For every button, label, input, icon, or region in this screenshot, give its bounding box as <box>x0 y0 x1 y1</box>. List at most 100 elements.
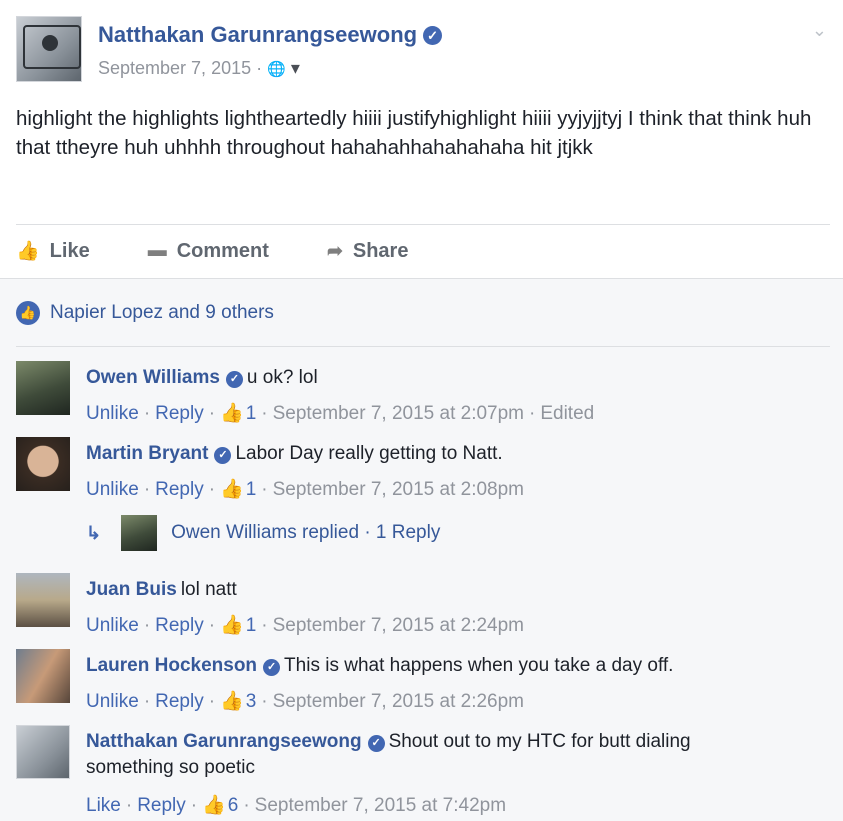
commenter-name[interactable]: Owen Williams <box>86 367 220 388</box>
comment-meta: Unlike · Reply · 👍 1 · September 7, 2015 at 2:0… <box>86 401 594 425</box>
separator: · <box>208 479 216 500</box>
globe-icon[interactable]: 🌐 <box>267 61 286 78</box>
reply-link[interactable]: Reply <box>155 691 204 712</box>
comment-body: Owen Williams ✓ u ok? lol <box>86 365 318 391</box>
comment-meta: Unlike · Reply · 👍 1 · September 7, 2015 at 2:0… <box>86 477 524 501</box>
verified-icon: ✓ <box>367 735 385 752</box>
like-label: Like <box>49 239 90 262</box>
reply-link[interactable]: Reply <box>155 479 204 500</box>
unlike-link[interactable]: Unlike <box>86 691 139 712</box>
verified-icon: ✓ <box>214 447 232 464</box>
post-author-name[interactable]: Natthakan Garunrangseewong <box>98 22 417 47</box>
comment-body: Martin Bryant ✓ Labor Day really getting t… <box>86 441 503 467</box>
verified-icon: ✓ <box>225 371 243 388</box>
like-count[interactable]: 3 <box>246 691 257 712</box>
separator: · <box>143 479 151 500</box>
separator: · <box>143 615 151 636</box>
comment: Juan Buis lol natt Unlike · Reply · 👍 1 · Septem… <box>16 573 830 636</box>
post-header: Natthakan Garunrangseewong ✓ September 7,… <box>16 16 827 88</box>
separator: · <box>208 691 216 712</box>
reply-thread-text[interactable]: Owen Williams replied · 1 Reply <box>171 522 440 544</box>
commenter-name[interactable]: Juan Buis <box>86 579 177 600</box>
thumbs-up-icon: 👍 <box>202 795 226 816</box>
comment: Martin Bryant ✓ Labor Day really getting t… <box>16 437 830 500</box>
verified-icon: ✓ <box>263 659 281 676</box>
reply-arrow-icon: ↳ <box>86 522 102 543</box>
comment-time[interactable]: September 7, 2015 at 2:07pm <box>273 403 524 424</box>
like-count[interactable]: 1 <box>246 615 257 636</box>
divider <box>16 224 830 225</box>
comment-text: Labor Day really getting to Natt. <box>235 443 503 464</box>
audience-caret-icon[interactable]: ▾ <box>291 58 300 78</box>
verified-icon: ✓ <box>423 26 443 45</box>
like-badge-icon: 👍 <box>16 301 40 325</box>
avatar[interactable] <box>16 725 70 779</box>
unlike-link[interactable]: Unlike <box>86 403 139 424</box>
commenter-name[interactable]: Lauren Hockenson <box>86 655 257 676</box>
post-author[interactable]: Natthakan Garunrangseewong ✓ <box>98 22 443 48</box>
thumbs-up-icon: 👍 <box>220 691 244 712</box>
comment-text-line2: something so poetic <box>86 757 255 778</box>
like-count[interactable]: 1 <box>246 403 257 424</box>
like-button[interactable]: 👍 Like <box>16 236 90 266</box>
commenter-name[interactable]: Martin Bryant <box>86 443 208 464</box>
separator: · <box>261 403 268 424</box>
post-options-chevron-icon[interactable]: ⌄ <box>812 20 827 41</box>
comment-time[interactable]: September 7, 2015 at 2:24pm <box>273 615 524 636</box>
share-button[interactable]: ➦ Share <box>327 236 409 266</box>
share-label: Share <box>352 239 409 262</box>
thumbs-up-icon: 👍 <box>220 479 244 500</box>
comment-meta: Like · Reply · 👍 6 · September 7, 2015 at 7:42p… <box>86 793 506 817</box>
comment-meta: Unlike · Reply · 👍 3 · September 7, 2015 at 2:2… <box>86 689 524 713</box>
avatar[interactable] <box>16 649 70 703</box>
post-text: highlight the highlights lightheartedly … <box>16 107 812 159</box>
separator: · <box>208 403 216 424</box>
separator: · <box>125 795 133 816</box>
reply-link[interactable]: Reply <box>155 615 204 636</box>
separator: · <box>261 691 268 712</box>
comment-time[interactable]: September 7, 2015 at 7:42pm <box>255 795 506 816</box>
divider <box>16 346 830 347</box>
author-avatar[interactable] <box>16 16 82 82</box>
post-meta: September 7, 2015 · 🌐 ▾ <box>98 58 300 79</box>
comment: Natthakan Garunrangseewong ✓ Shout out to … <box>16 725 830 817</box>
comment-text: lol natt <box>180 579 237 600</box>
separator: · <box>143 691 151 712</box>
comment-body: Natthakan Garunrangseewong ✓ Shout out to … <box>86 729 786 781</box>
like-count[interactable]: 1 <box>246 479 257 500</box>
reply-thread[interactable]: ↳ Owen Williams replied · 1 Reply <box>86 515 440 551</box>
separator: · <box>261 615 268 636</box>
like-link[interactable]: Like <box>86 795 121 816</box>
post-actions: 👍 Like ▬ Comment ➦ Share <box>16 236 466 266</box>
comment-time[interactable]: September 7, 2015 at 2:26pm <box>273 691 524 712</box>
comment-time[interactable]: September 7, 2015 at 2:08pm <box>273 479 524 500</box>
comment-text-line1: Shout out to my HTC for butt dialing <box>388 731 691 752</box>
post-date[interactable]: September 7, 2015 <box>98 58 251 78</box>
unlike-link[interactable]: Unlike <box>86 615 139 636</box>
separator: · <box>529 403 536 424</box>
avatar[interactable] <box>16 437 70 491</box>
avatar[interactable] <box>16 573 70 627</box>
comment-button[interactable]: ▬ Comment <box>148 236 269 266</box>
thumbs-up-icon: 👍 <box>220 615 244 636</box>
comments-section: 👍 Napier Lopez and 9 others Owen William… <box>0 278 843 821</box>
commenter-name[interactable]: Natthakan Garunrangseewong <box>86 731 362 752</box>
avatar[interactable] <box>16 361 70 415</box>
comment: Owen Williams ✓ u ok? lol Unlike · Reply · 👍 1 ·… <box>16 361 830 424</box>
reply-link[interactable]: Reply <box>137 795 186 816</box>
comment-text: This is what happens when you take a day… <box>284 655 674 676</box>
avatar <box>121 515 158 551</box>
likes-summary[interactable]: 👍 Napier Lopez and 9 others <box>16 301 274 325</box>
reply-link[interactable]: Reply <box>155 403 204 424</box>
edited-label[interactable]: Edited <box>540 403 594 424</box>
share-arrow-icon: ➦ <box>326 240 343 262</box>
like-count[interactable]: 6 <box>228 795 239 816</box>
avatar-shape <box>42 35 58 51</box>
separator: · <box>190 795 198 816</box>
meta-separator: · <box>256 58 263 78</box>
comment-label: Comment <box>176 239 269 262</box>
likes-summary-text[interactable]: Napier Lopez and 9 others <box>50 302 274 324</box>
comment-body: Juan Buis lol natt <box>86 577 237 603</box>
unlike-link[interactable]: Unlike <box>86 479 139 500</box>
separator: · <box>208 615 216 636</box>
